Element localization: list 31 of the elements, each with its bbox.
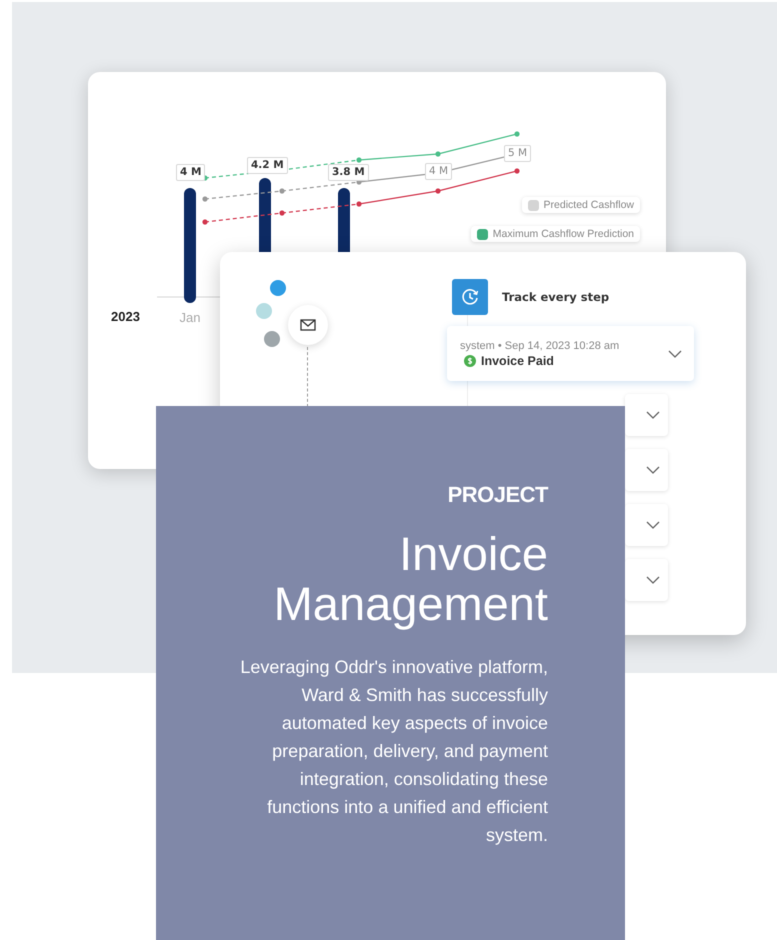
value-label: 4.2 M	[247, 157, 288, 174]
event-title: Invoice Paid	[481, 354, 554, 368]
month-label: Jan	[180, 310, 200, 325]
year-label: 2023	[111, 309, 140, 324]
project-title: Invoice Management	[272, 529, 548, 629]
status-dot	[256, 303, 272, 319]
timeline-title: Track every step	[502, 290, 610, 304]
value-label: 4 M	[176, 164, 206, 181]
chevron-down-icon	[668, 350, 682, 358]
mail-icon	[300, 319, 316, 331]
event-card[interactable]	[625, 504, 668, 546]
event-meta: system • Sep 14, 2023 10:28 am	[460, 340, 620, 352]
value-label: 3.8 M	[328, 164, 369, 181]
chevron-down-icon	[646, 521, 660, 529]
value-label: 5 M	[504, 145, 532, 162]
event-card[interactable]: system • Sep 14, 2023 10:28 am Invoice Paid	[447, 326, 694, 381]
legend-label: Maximum Cashflow Prediction	[492, 228, 634, 240]
clock-icon	[452, 279, 488, 315]
status-dot	[264, 331, 280, 347]
chevron-down-icon	[646, 576, 660, 584]
event-card[interactable]	[625, 449, 668, 491]
chevron-down-icon	[646, 466, 660, 474]
event-card[interactable]	[625, 394, 668, 436]
dollar-icon	[464, 354, 476, 366]
chevron-down-icon	[646, 411, 660, 419]
event-card[interactable]	[625, 559, 668, 601]
status-dot	[270, 280, 286, 296]
legend-label: Predicted Cashflow	[544, 199, 634, 211]
value-label: 4 M	[425, 163, 452, 180]
project-description: Leveraging Oddr's innovative platform, Ward & Smith has successfully automated key aspects of invoice preparation, delivery, and payment integration, consolidating these functions into a unified and efficient system.	[239, 656, 548, 847]
section-label: PROJECT	[446, 482, 548, 508]
